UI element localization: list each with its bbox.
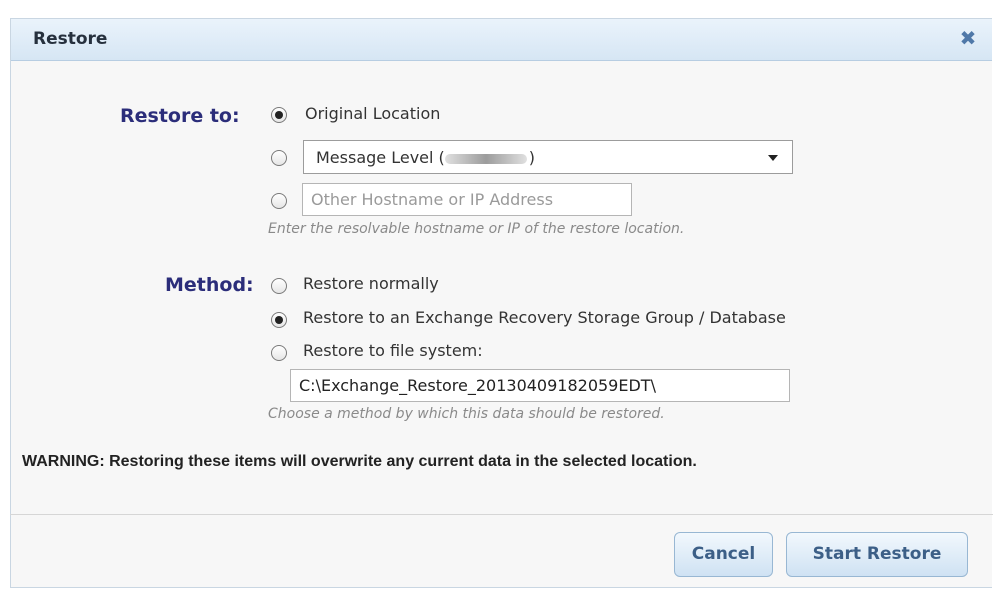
background-window-title-fragment	[0, 0, 993, 10]
file-system-label: Restore to file system:	[303, 341, 483, 360]
recovery-storage-group-label: Restore to an Exchange Recovery Storage …	[303, 308, 786, 327]
chevron-down-icon	[768, 155, 778, 161]
radio-other-host[interactable]	[271, 193, 287, 209]
radio-original-location[interactable]	[271, 107, 287, 123]
original-location-label: Original Location	[305, 104, 441, 123]
restore-location-hint: Enter the resolvable hostname or IP of t…	[268, 221, 685, 237]
cancel-button[interactable]: Cancel	[674, 532, 773, 577]
message-level-select-value: Message Level ()	[316, 148, 536, 167]
close-icon[interactable]: ✖	[956, 25, 980, 51]
radio-restore-normally[interactable]	[271, 278, 287, 294]
restore-normally-label: Restore normally	[303, 274, 439, 293]
method-hint: Choose a method by which this data shoul…	[268, 406, 665, 422]
dialog-title: Restore	[33, 29, 108, 49]
radio-file-system[interactable]	[271, 345, 287, 361]
start-restore-button[interactable]: Start Restore	[786, 532, 968, 577]
hostname-input[interactable]: Other Hostname or IP Address	[302, 183, 632, 216]
overwrite-warning: WARNING: Restoring these items will over…	[22, 453, 697, 470]
file-path-input[interactable]: C:\Exchange_Restore_20130409182059EDT\	[290, 369, 790, 402]
restore-to-label: Restore to:	[120, 105, 240, 127]
dialog-titlebar: Restore ✖	[11, 19, 992, 61]
radio-recovery-storage-group[interactable]	[271, 312, 287, 328]
radio-message-level[interactable]	[271, 150, 287, 166]
redacted-value	[444, 153, 527, 164]
restore-dialog: Restore ✖	[10, 18, 992, 588]
message-level-select[interactable]: Message Level ()	[303, 140, 793, 174]
method-label: Method:	[165, 274, 254, 296]
footer-divider	[10, 514, 993, 515]
